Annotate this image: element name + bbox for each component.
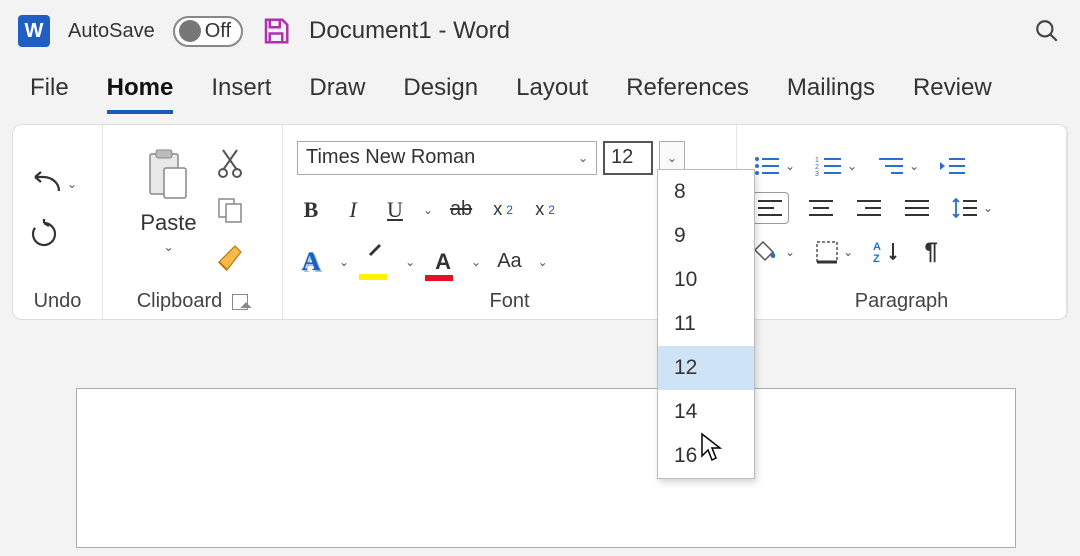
strikethrough-button[interactable]: ab: [447, 196, 475, 224]
decrease-indent-button[interactable]: [937, 152, 969, 180]
font-size-option[interactable]: 11: [658, 302, 754, 346]
clipboard-launcher-icon[interactable]: [232, 294, 248, 310]
chevron-down-icon: [667, 151, 677, 165]
tab-home[interactable]: Home: [107, 74, 174, 114]
autosave-label: AutoSave: [68, 20, 155, 43]
word-app-icon: W: [18, 15, 50, 47]
group-undo: Undo: [13, 125, 103, 319]
subscript-button[interactable]: x2: [489, 196, 517, 224]
font-size-option[interactable]: 10: [658, 258, 754, 302]
document-title: Document1 - Word: [309, 17, 510, 45]
toggle-knob: [179, 20, 201, 42]
svg-text:A: A: [873, 241, 881, 253]
font-size-option[interactable]: 9: [658, 214, 754, 258]
chevron-down-icon: [983, 201, 993, 215]
svg-text:Z: Z: [873, 253, 880, 264]
borders-button[interactable]: [813, 238, 855, 266]
group-paragraph-label: Paragraph: [855, 290, 948, 313]
chevron-down-icon[interactable]: [471, 255, 481, 269]
justify-button[interactable]: [901, 194, 933, 222]
chevron-down-icon[interactable]: [339, 255, 349, 269]
change-case-button[interactable]: Aa: [495, 248, 523, 276]
font-name-combobox[interactable]: Times New Roman: [297, 141, 597, 175]
group-undo-label: Undo: [34, 290, 82, 313]
line-spacing-button[interactable]: [949, 194, 995, 222]
chevron-down-icon: [163, 240, 173, 254]
cut-button[interactable]: [215, 146, 245, 180]
numbering-button[interactable]: 123: [813, 152, 859, 180]
group-font-label: Font: [489, 290, 529, 313]
chevron-down-icon: [843, 245, 853, 259]
chevron-down-icon: [785, 159, 795, 173]
copy-button[interactable]: [214, 194, 246, 226]
font-color-button[interactable]: A: [429, 247, 457, 277]
font-size-dropdown-list[interactable]: 891011121416: [657, 169, 755, 479]
font-size-option[interactable]: 12: [658, 346, 754, 390]
superscript-button[interactable]: x2: [531, 196, 559, 224]
italic-button[interactable]: I: [339, 195, 367, 225]
document-page[interactable]: [76, 388, 1016, 548]
group-paragraph: 123 AZ ¶ Paragraph: [737, 125, 1067, 319]
font-size-combobox[interactable]: 12: [603, 141, 653, 175]
title-bar: W AutoSave Off Document1 - Word: [0, 0, 1080, 62]
font-size-value: 12: [611, 146, 633, 169]
tab-layout[interactable]: Layout: [516, 74, 588, 114]
svg-text:2: 2: [815, 164, 819, 171]
paste-label: Paste: [140, 210, 196, 236]
multilevel-list-button[interactable]: [875, 152, 921, 180]
chevron-down-icon: [578, 151, 588, 165]
tab-mailings[interactable]: Mailings: [787, 74, 875, 114]
highlight-swatch: [359, 274, 387, 280]
show-hide-marks-button[interactable]: ¶: [917, 236, 945, 268]
text-effects-button[interactable]: A: [297, 245, 325, 279]
ribbon-tabs: File Home Insert Draw Design Layout Refe…: [0, 62, 1080, 114]
tab-insert[interactable]: Insert: [211, 74, 271, 114]
font-size-option[interactable]: 14: [658, 390, 754, 434]
search-button[interactable]: [1032, 16, 1062, 46]
font-color-swatch: [425, 275, 453, 281]
sort-button[interactable]: AZ: [871, 238, 901, 266]
font-size-option[interactable]: 16: [658, 434, 754, 478]
format-painter-button[interactable]: [213, 240, 247, 274]
undo-button[interactable]: [27, 169, 79, 199]
bold-button[interactable]: B: [297, 195, 325, 225]
font-name-value: Times New Roman: [306, 146, 475, 169]
svg-text:3: 3: [815, 171, 819, 177]
autosave-toggle[interactable]: Off: [173, 16, 243, 47]
tab-references[interactable]: References: [626, 74, 749, 114]
highlight-color-button[interactable]: [363, 248, 391, 276]
chevron-down-icon: [785, 245, 795, 259]
group-clipboard: Paste Clipboard: [103, 125, 283, 319]
tab-draw[interactable]: Draw: [309, 74, 365, 114]
autosave-state: Off: [205, 20, 231, 43]
underline-button[interactable]: U: [381, 195, 409, 225]
save-icon[interactable]: [261, 16, 291, 46]
shading-button[interactable]: [751, 238, 797, 266]
chevron-down-icon: [909, 159, 919, 173]
tab-review[interactable]: Review: [913, 74, 992, 114]
tab-file[interactable]: File: [30, 74, 69, 114]
tab-design[interactable]: Design: [403, 74, 478, 114]
chevron-down-icon[interactable]: [538, 255, 548, 269]
align-left-button[interactable]: [751, 192, 789, 224]
align-right-button[interactable]: [853, 194, 885, 222]
ribbon: Undo Paste: [12, 124, 1068, 320]
group-clipboard-label: Clipboard: [137, 290, 223, 313]
chevron-down-icon: [847, 159, 857, 173]
paste-button[interactable]: Paste: [138, 146, 198, 256]
chevron-down-icon: [67, 177, 77, 191]
chevron-down-icon[interactable]: [423, 203, 433, 217]
bullets-button[interactable]: [751, 152, 797, 180]
svg-text:1: 1: [815, 157, 819, 164]
align-center-button[interactable]: [805, 194, 837, 222]
repeat-button[interactable]: [27, 217, 61, 251]
font-size-option[interactable]: 8: [658, 170, 754, 214]
chevron-down-icon[interactable]: [405, 255, 415, 269]
